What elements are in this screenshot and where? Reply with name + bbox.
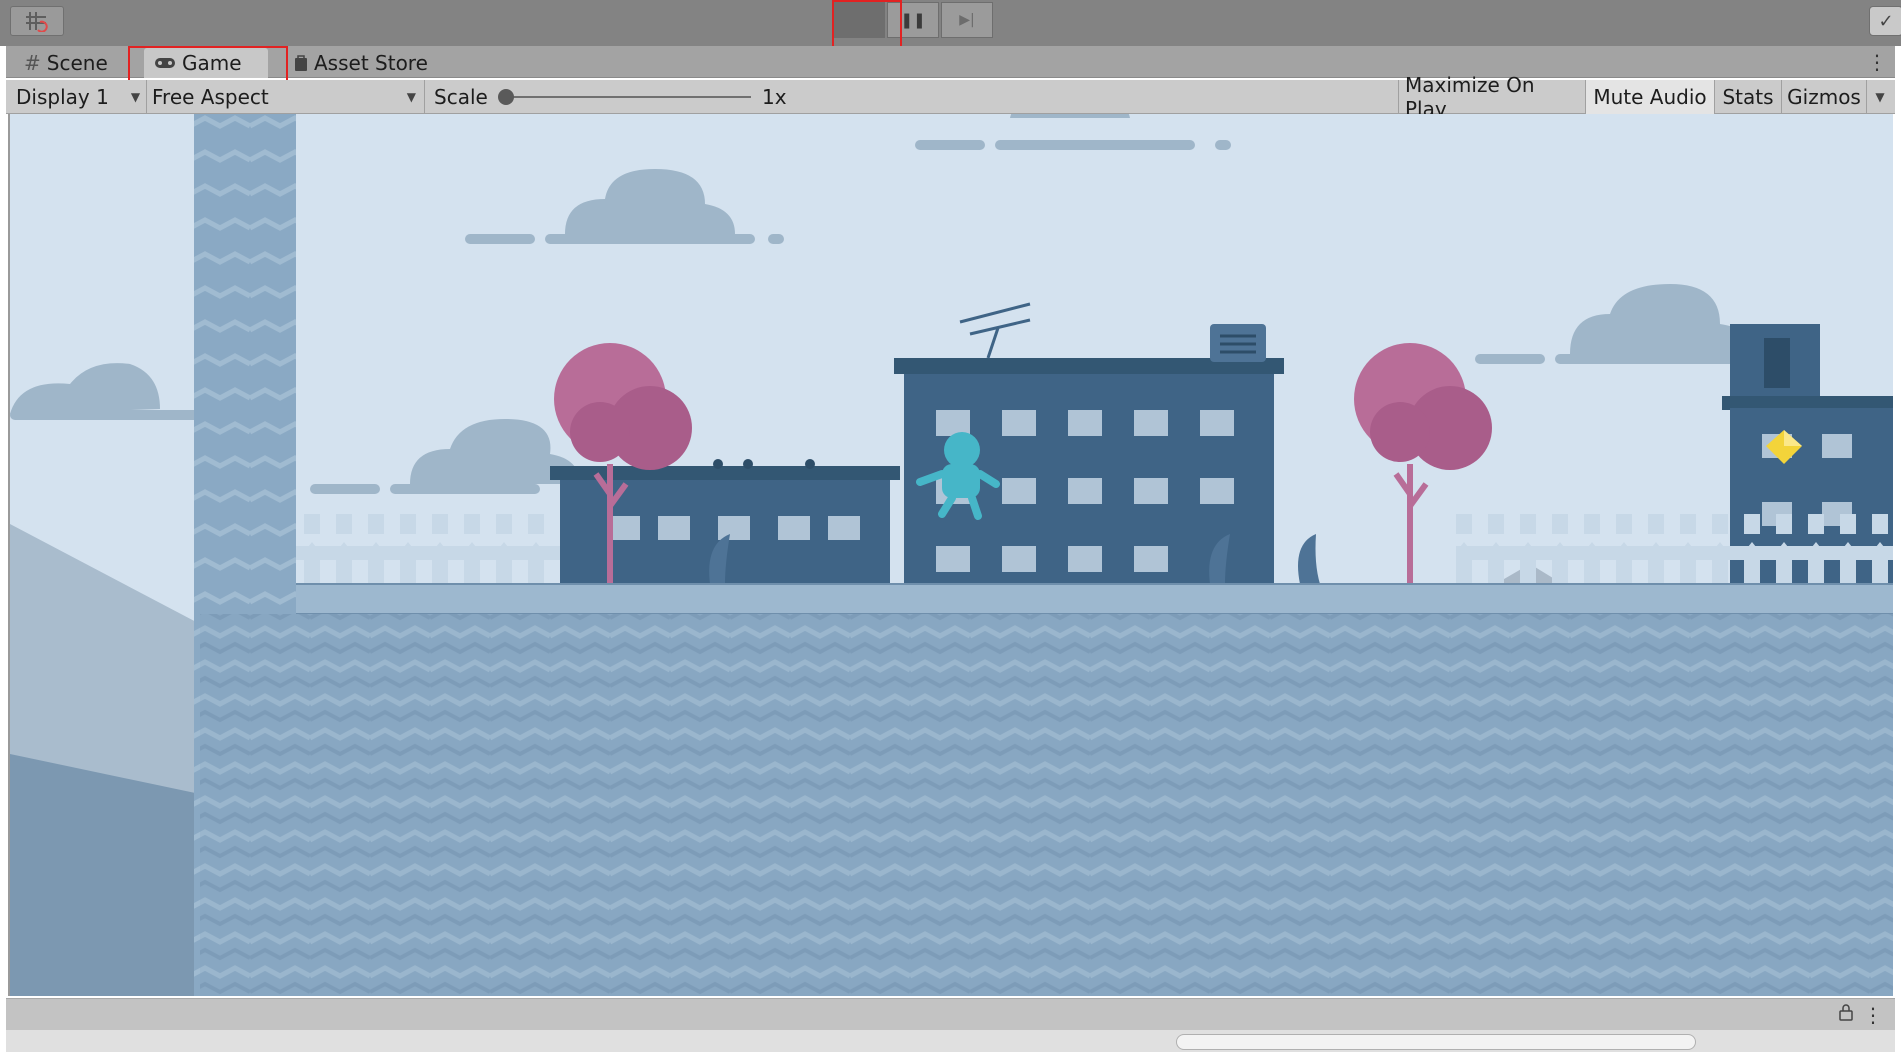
- divider: [424, 80, 425, 114]
- mute-audio-label: Mute Audio: [1593, 85, 1707, 109]
- grid-icon: #: [24, 51, 41, 75]
- tab-asset-store[interactable]: Asset Store: [284, 48, 438, 78]
- game-viewport[interactable]: [8, 114, 1893, 996]
- display-dropdown[interactable]: Display 1 ▼: [16, 80, 146, 114]
- window-tab-bar: # Scene Game Asset Store ⋮: [6, 46, 1895, 78]
- scale-slider-handle[interactable]: [498, 89, 514, 105]
- mute-audio-toggle[interactable]: Mute Audio: [1586, 80, 1714, 114]
- tab-scene-label: Scene: [46, 51, 108, 75]
- play-controls: ❚❚ ▶|: [833, 2, 993, 38]
- aspect-dropdown[interactable]: Free Aspect ▼: [152, 80, 422, 114]
- pause-icon: ❚❚: [900, 11, 926, 29]
- step-button[interactable]: ▶|: [941, 2, 993, 38]
- scale-label: Scale: [434, 85, 488, 109]
- status-icons: ⋮: [1839, 1003, 1883, 1027]
- aspect-label: Free Aspect: [152, 85, 269, 109]
- tab-game-label: Game: [182, 51, 242, 75]
- divider: [146, 80, 147, 114]
- scale-slider-track[interactable]: [501, 96, 751, 98]
- display-label: Display 1: [16, 85, 109, 109]
- chevron-down-icon: ▼: [1875, 90, 1885, 104]
- main-toolbar: ❚❚ ▶| ✓: [0, 0, 1901, 58]
- gizmos-dropdown[interactable]: ▼: [1867, 80, 1893, 114]
- unity-editor: ❚❚ ▶| ✓ # Scene Game Asset Store ⋮ Displ…: [0, 0, 1901, 1052]
- console-strip: [6, 1030, 1895, 1052]
- tab-menu-icon[interactable]: ⋮: [1867, 50, 1887, 74]
- gizmos-toggle[interactable]: Gizmos: [1782, 80, 1866, 114]
- gizmos-label: Gizmos: [1787, 85, 1861, 109]
- fence-rail-right: [1456, 546, 1893, 560]
- pause-button[interactable]: ❚❚: [887, 2, 939, 38]
- chevron-down-icon: ▼: [130, 90, 141, 104]
- tab-game[interactable]: Game: [144, 48, 268, 78]
- gamepad-icon: [155, 58, 175, 68]
- stats-toggle[interactable]: Stats: [1715, 80, 1781, 114]
- game-scene: [10, 114, 1893, 996]
- tab-scene[interactable]: # Scene: [14, 48, 118, 78]
- ground-fill: [200, 614, 1893, 996]
- game-view-controls: Display 1 ▼ Free Aspect ▼ Scale 1x Maxim…: [6, 73, 1895, 121]
- grid-snap-icon: [26, 12, 48, 32]
- panel-menu-icon[interactable]: ⋮: [1863, 1003, 1883, 1027]
- scale-value: 1x: [762, 85, 787, 109]
- console-search-input[interactable]: [1176, 1034, 1696, 1050]
- step-icon: ▶|: [959, 12, 975, 28]
- grid-snap-button[interactable]: [10, 6, 64, 36]
- check-icon: ✓: [1878, 10, 1894, 32]
- bag-icon: [295, 55, 307, 71]
- play-button[interactable]: [833, 2, 885, 38]
- status-bar: ⋮: [6, 998, 1895, 1030]
- tab-asset-store-label: Asset Store: [314, 51, 428, 75]
- maximize-on-play-toggle[interactable]: Maximize On Play: [1399, 73, 1585, 121]
- chevron-down-icon: ▼: [406, 90, 416, 104]
- mountain-left-shadow: [10, 754, 200, 996]
- fence-rail-left: [296, 546, 596, 560]
- collab-button[interactable]: ✓: [1869, 6, 1901, 36]
- lock-icon[interactable]: [1839, 1003, 1853, 1021]
- stats-label: Stats: [1722, 85, 1774, 109]
- ground-top: [296, 584, 1893, 614]
